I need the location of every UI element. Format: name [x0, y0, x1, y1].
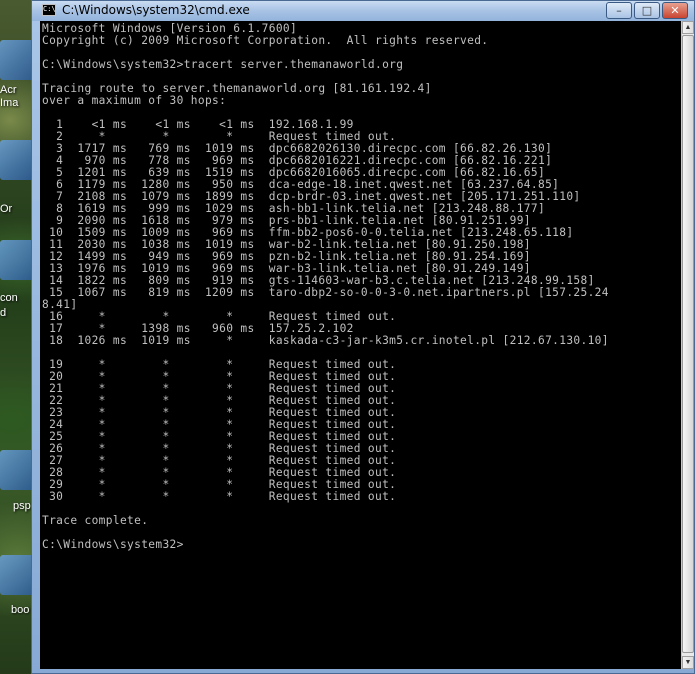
console-line: over a maximum of 30 hops: [42, 94, 227, 107]
close-button[interactable]: ✕ [662, 2, 688, 19]
window-title: C:\Windows\system32\cmd.exe [62, 3, 250, 17]
cmd-window[interactable]: C:\ C:\Windows\system32\cmd.exe – □ ✕ Mi… [31, 0, 695, 674]
console-line: Trace complete. [42, 514, 149, 527]
console-line: 30 * * * Request timed out. [42, 490, 397, 503]
desktop-icon-label[interactable]: con [0, 292, 18, 304]
console-text: Microsoft Windows [Version 6.1.7600] Cop… [40, 21, 681, 551]
title-bar[interactable]: C:\ C:\Windows\system32\cmd.exe – □ ✕ [32, 1, 694, 21]
desktop-icon-label[interactable]: psp [13, 500, 31, 512]
vertical-scrollbar[interactable]: ▲ ▼ [681, 21, 694, 669]
scroll-down-arrow-icon[interactable]: ▼ [682, 656, 694, 669]
console-line: 18 1026 ms 1019 ms * kaskada-c3-jar-k3m5… [42, 334, 609, 347]
maximize-button[interactable]: □ [634, 2, 660, 19]
scroll-up-arrow-icon[interactable]: ▲ [682, 21, 694, 34]
cmd-app-icon[interactable]: C:\ [42, 4, 56, 16]
console-line: 15 1067 ms 819 ms 1209 ms taro-dbp2-so-0… [42, 286, 609, 299]
desktop-icon-label[interactable]: Acr [0, 84, 17, 96]
desktop-icon-label[interactable]: Or [0, 203, 12, 215]
console-line: C:\Windows\system32> [42, 538, 184, 551]
desktop-icon-label[interactable]: Ima [0, 97, 18, 109]
console-line: C:\Windows\system32>tracert server.thema… [42, 58, 404, 71]
scroll-thumb[interactable] [682, 35, 694, 653]
console-output[interactable]: Microsoft Windows [Version 6.1.7600] Cop… [40, 21, 681, 669]
console-line: Copyright (c) 2009 Microsoft Corporation… [42, 34, 489, 47]
minimize-button[interactable]: – [606, 2, 632, 19]
desktop-icon-label[interactable]: d [0, 307, 6, 319]
desktop-icon-label[interactable]: boo [11, 604, 29, 616]
